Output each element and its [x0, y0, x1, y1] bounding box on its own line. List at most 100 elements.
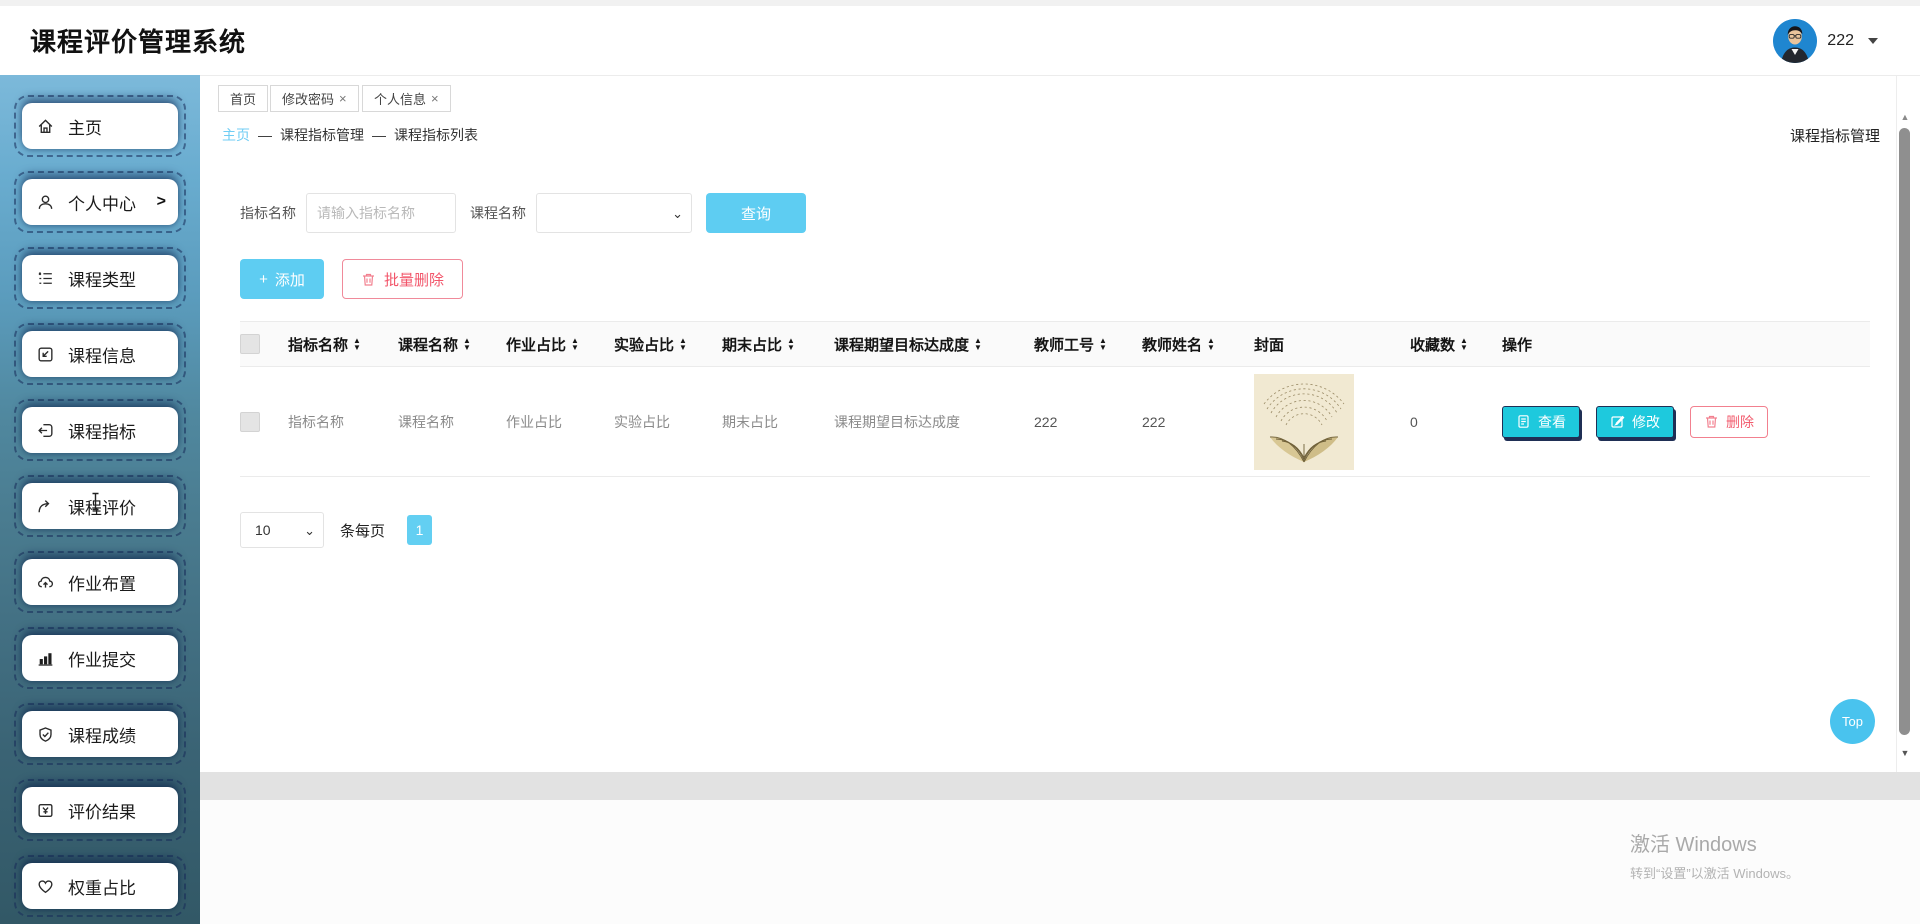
avatar-photo-icon — [1773, 18, 1818, 63]
close-icon[interactable]: × — [339, 91, 347, 106]
windows-activation-watermark: 激活 Windows 转到“设置”以激活 Windows。 — [1630, 828, 1799, 882]
cell-expected-achievement: 课程期望目标达成度 — [834, 366, 1034, 477]
search-form: 指标名称 课程名称 ⌄ 查询 — [240, 193, 806, 233]
indicator-table: 指标名称 ▲ ▼ 课程名称 ▲ ▼ 作业占比 ▲ ▼ 实验占比 ▲ ▼ 期末占比 ▲ ▼ 课程期望目… — [240, 321, 1870, 477]
page-1-button[interactable]: 1 — [407, 515, 433, 545]
batch-delete-label: 批量删除 — [384, 271, 445, 289]
trash-icon — [1706, 415, 1717, 428]
course-name-select[interactable] — [536, 193, 692, 233]
column-header-favorites[interactable]: 收藏数 ▲ ▼ — [1410, 321, 1502, 367]
home-icon — [38, 118, 53, 133]
edit-button[interactable]: 修改 — [1596, 405, 1674, 438]
sort-icon[interactable]: ▲ ▼ — [1099, 337, 1107, 352]
edit-pencil-icon — [1611, 415, 1625, 428]
indicator-name-input[interactable] — [306, 193, 456, 233]
user-menu[interactable]: 222 — [1773, 18, 1878, 63]
row-checkbox[interactable] — [240, 411, 260, 432]
user-avatar[interactable] — [1773, 18, 1818, 63]
tab-change-password[interactable]: 修改密码 × — [270, 85, 359, 112]
page-size-select[interactable]: 10 — [240, 512, 324, 548]
column-header-homework-ratio[interactable]: 作业占比 ▲ ▼ — [506, 321, 614, 367]
column-header-teacher-id[interactable]: 教师工号 ▲ ▼ — [1034, 321, 1142, 367]
app-header: 课程评价管理系统 222 — [0, 0, 1920, 75]
sidebar-item-weight-ratio[interactable]: 权重占比 — [14, 855, 186, 917]
cell-indicator-name: 指标名称 — [288, 366, 398, 477]
sidebar-item-label: 个人中心 — [68, 194, 136, 214]
batch-delete-button[interactable]: 批量删除 — [342, 259, 464, 299]
bar-chart-icon — [38, 652, 53, 666]
sort-icon[interactable]: ▲ ▼ — [1207, 337, 1215, 352]
view-button[interactable]: 查看 — [1502, 405, 1580, 438]
sidebar-item-label: 课程信息 — [68, 346, 136, 366]
sidebar-item-home[interactable]: 主页 — [14, 95, 186, 157]
sidebar-item-personal-center[interactable]: 个人中心 > — [14, 171, 186, 233]
cell-experiment-ratio: 实验占比 — [614, 366, 722, 477]
trash-icon — [363, 273, 374, 286]
sort-icon[interactable]: ▲ ▼ — [974, 337, 982, 352]
tab-home[interactable]: 首页 — [218, 85, 269, 112]
sort-icon[interactable]: ▲ ▼ — [463, 337, 471, 352]
watermark-line2: 转到“设置”以激活 Windows。 — [1630, 866, 1800, 881]
cell-favorites: 0 — [1410, 366, 1502, 477]
user-caret-down-icon[interactable] — [1868, 37, 1878, 44]
column-header-course-name[interactable]: 课程名称 ▲ ▼ — [398, 321, 506, 367]
sort-icon[interactable]: ▲ ▼ — [679, 337, 687, 352]
content-bottom-divider — [200, 772, 1920, 800]
sidebar-item-label: 主页 — [68, 118, 102, 138]
delete-button[interactable]: 删除 — [1690, 405, 1768, 438]
sidebar-item-evaluation-result[interactable]: 评价结果 — [14, 779, 186, 841]
breadcrumb-home-link[interactable]: 主页 — [222, 125, 250, 145]
chevron-right-icon: > — [156, 193, 166, 210]
shield-check-icon — [39, 726, 52, 742]
scrollbar-track[interactable]: ▲ ▼ — [1896, 76, 1912, 772]
sidebar-item-course-indicator[interactable]: 课程指标 — [14, 399, 186, 461]
plus-icon: + — [259, 270, 268, 288]
sidebar-item-label: 课程类型 — [68, 270, 136, 290]
inbox-arrow-icon — [38, 346, 53, 362]
close-icon[interactable]: × — [431, 91, 439, 106]
cell-cover — [1254, 366, 1410, 477]
sidebar-item-homework-submit[interactable]: 作业提交 — [14, 627, 186, 689]
back-to-top-button[interactable]: Top — [1830, 699, 1875, 744]
column-header-teacher-name[interactable]: 教师姓名 ▲ ▼ — [1142, 321, 1254, 367]
scroll-down-icon[interactable]: ▼ — [1897, 748, 1913, 758]
result-document-icon — [38, 803, 53, 817]
tab-label: 个人信息 — [374, 92, 427, 107]
scroll-up-icon[interactable]: ▲ — [1897, 112, 1913, 122]
sort-icon[interactable]: ▲ ▼ — [787, 337, 795, 352]
breadcrumb-level1: 课程指标管理 — [280, 127, 364, 143]
sort-icon[interactable]: ▲ ▼ — [1460, 337, 1468, 352]
add-button-label: 添加 — [274, 271, 305, 289]
per-page-label: 条每页 — [340, 522, 386, 540]
table-header-row: 指标名称 ▲ ▼ 课程名称 ▲ ▼ 作业占比 ▲ ▼ 实验占比 ▲ ▼ 期末占比 ▲ ▼ 课程期望目… — [240, 321, 1870, 367]
sidebar-item-course-type[interactable]: 课程类型 — [14, 247, 186, 309]
add-button[interactable]: + 添加 — [240, 259, 324, 299]
query-button[interactable]: 查询 — [706, 193, 806, 233]
app-title: 课程评价管理系统 — [30, 27, 247, 57]
cell-teacher-name: 222 — [1142, 366, 1254, 477]
sidebar-item-homework-assign[interactable]: 作业布置 — [14, 551, 186, 613]
cell-actions: 查看 修改 删除 — [1502, 366, 1870, 477]
text-cursor — [90, 492, 101, 516]
tab-personal-info[interactable]: 个人信息 × — [362, 85, 451, 112]
column-header-expected-achievement[interactable]: 课程期望目标达成度 ▲ ▼ — [834, 321, 1034, 367]
sort-icon[interactable]: ▲ ▼ — [571, 337, 579, 352]
sidebar-item-course-info[interactable]: 课程信息 — [14, 323, 186, 385]
column-header-final-ratio[interactable]: 期末占比 ▲ ▼ — [722, 321, 834, 367]
sort-icon[interactable]: ▲ ▼ — [353, 337, 361, 352]
sidebar-item-label: 作业提交 — [68, 650, 136, 670]
delete-button-label: 删除 — [1726, 413, 1754, 430]
book-cover-image[interactable] — [1254, 373, 1354, 470]
sidebar-item-course-grades[interactable]: 课程成绩 — [14, 703, 186, 765]
tab-bar: 首页 修改密码 × 个人信息 × — [200, 76, 1920, 116]
column-header-indicator-name[interactable]: 指标名称 ▲ ▼ — [288, 321, 398, 367]
sidebar-item-label: 作业布置 — [68, 574, 136, 594]
scrollbar-thumb[interactable] — [1899, 128, 1910, 735]
footer-area: 激活 Windows 转到“设置”以激活 Windows。 — [200, 800, 1920, 924]
select-all-checkbox[interactable] — [240, 334, 260, 354]
list-icon — [38, 271, 52, 284]
cell-course-name: 课程名称 — [398, 366, 506, 477]
username-label: 222 — [1827, 31, 1854, 49]
column-header-experiment-ratio[interactable]: 实验占比 ▲ ▼ — [614, 321, 722, 367]
breadcrumb-separator: — — [372, 127, 386, 143]
